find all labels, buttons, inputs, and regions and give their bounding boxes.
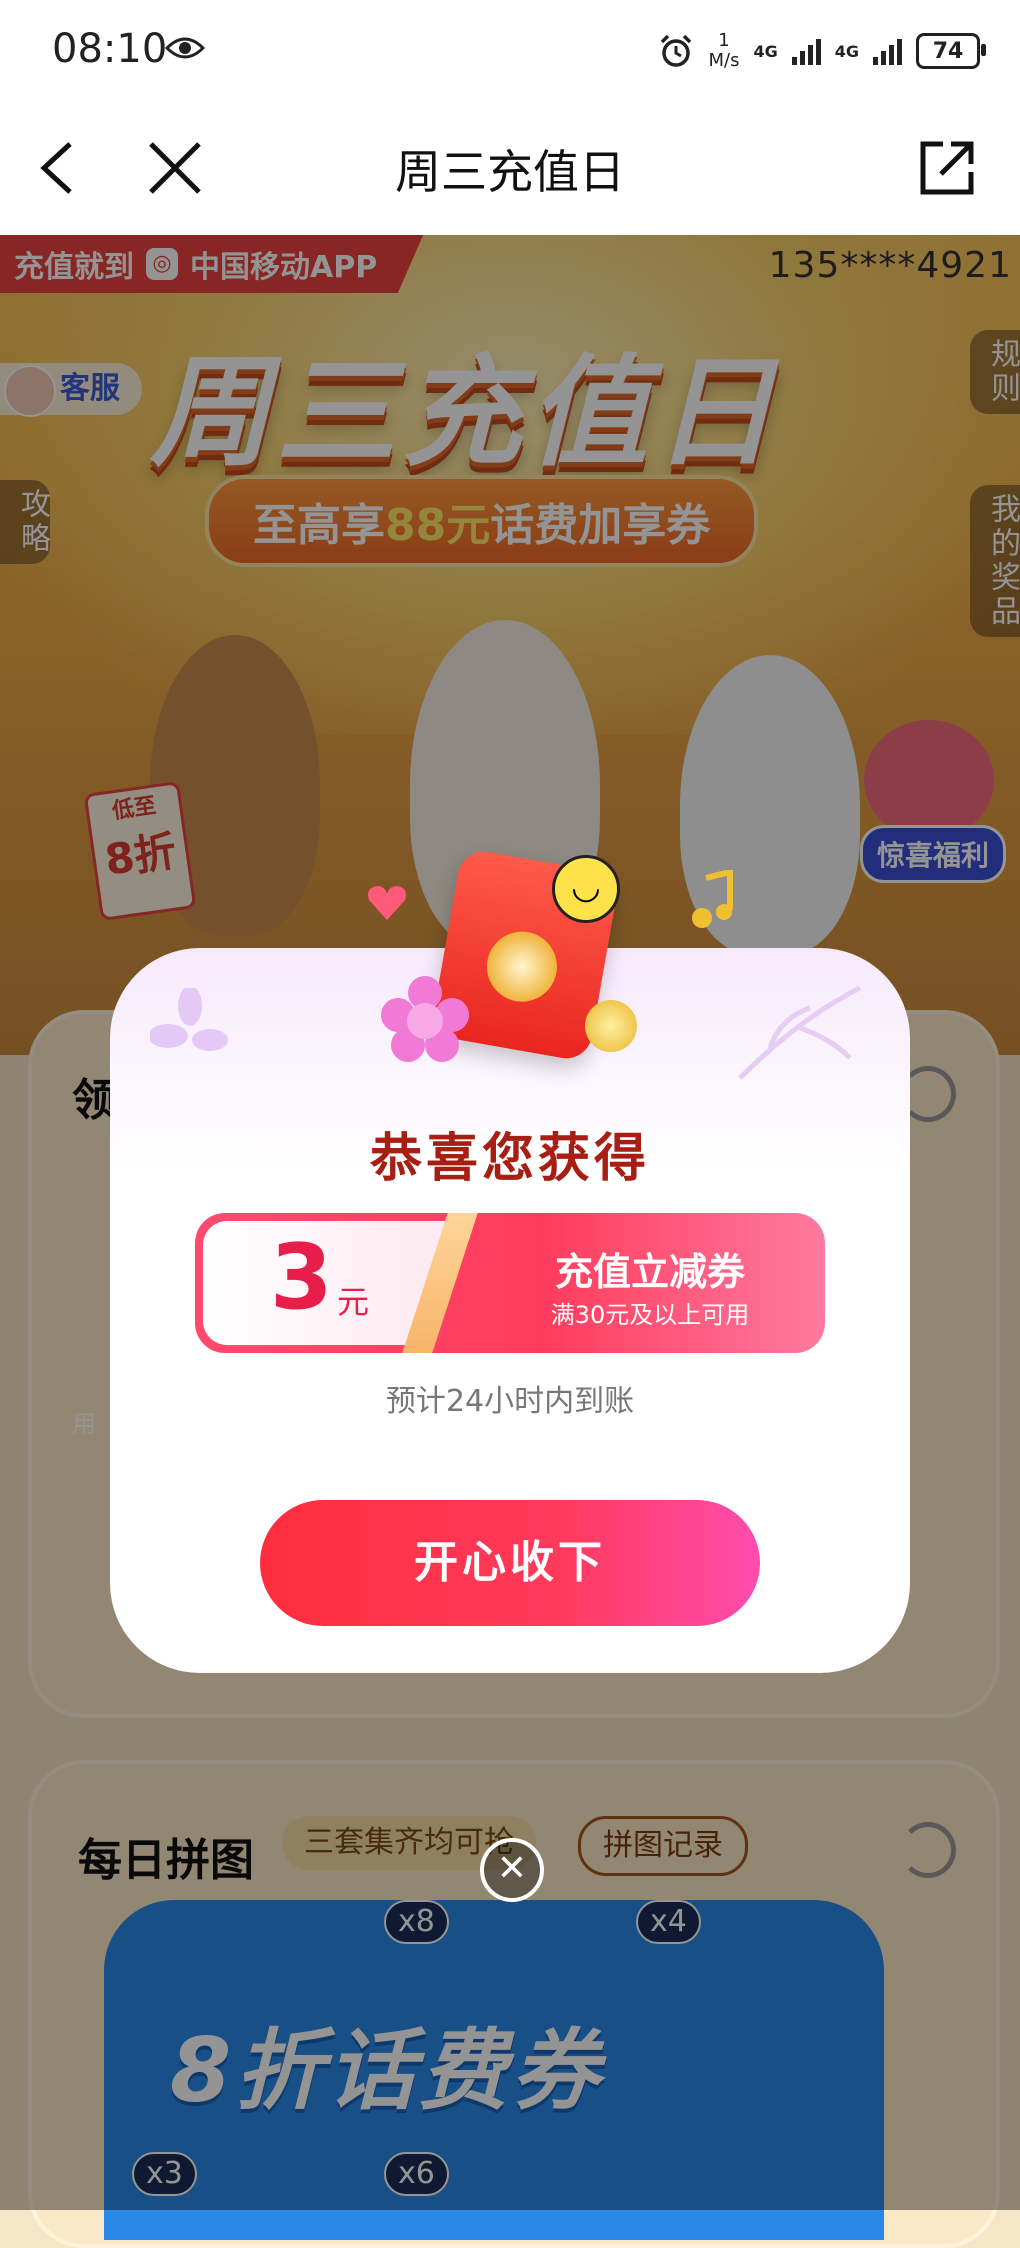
network-type-1: 4G xyxy=(753,41,778,61)
coupon-unit: 元 xyxy=(337,1283,370,1321)
coupon-condition: 满30元及以上可用 xyxy=(550,1301,750,1329)
signal-icon xyxy=(873,37,902,65)
network-speed: 1 M/s xyxy=(708,31,739,71)
smiley-icon: ◡ xyxy=(552,855,620,923)
nav-bar: 周三充值日 xyxy=(0,100,1020,235)
reward-dialog: 恭喜您获得 3 元 充值立减券 满30元及以上可用 预计24小时内到账 开心收下 xyxy=(110,948,910,1673)
coupon-name: 充值立减券 xyxy=(554,1250,745,1294)
status-right: 1 M/s 4G 4G 74 xyxy=(658,26,986,76)
music-note-icon xyxy=(692,870,733,928)
coin-icon xyxy=(585,1000,637,1052)
arrival-note: 预计24小时内到账 xyxy=(385,1384,635,1419)
page-title: 周三充值日 xyxy=(395,145,625,199)
coupon-amount: 3 xyxy=(270,1225,333,1330)
dialog-close-button[interactable]: ✕ xyxy=(480,1838,544,1902)
red-packet-clasp xyxy=(481,926,563,1008)
leaf-decoration-icon xyxy=(738,985,862,1080)
eye-icon xyxy=(165,37,205,59)
signal-icon xyxy=(791,37,821,65)
speed-value: 1 xyxy=(718,30,730,51)
alarm-icon xyxy=(661,34,692,67)
dialog-title: 恭喜您获得 xyxy=(369,1129,650,1189)
coupon-card: 3 元 充值立减券 满30元及以上可用 xyxy=(195,1213,825,1353)
heart-icon xyxy=(368,886,406,920)
network-type-2: 4G xyxy=(834,41,859,61)
flower-decoration-icon xyxy=(150,988,228,1051)
pink-flower-icon xyxy=(381,976,469,1062)
speed-unit: M/s xyxy=(708,50,740,71)
status-bar: 08:10 1 M/s 4G 4G 74 xyxy=(0,0,1020,100)
status-time: 08:10 xyxy=(52,26,168,72)
battery-indicator: 74 xyxy=(916,33,986,69)
share-icon[interactable] xyxy=(915,136,979,200)
accept-button[interactable]: 开心收下 xyxy=(260,1500,760,1626)
